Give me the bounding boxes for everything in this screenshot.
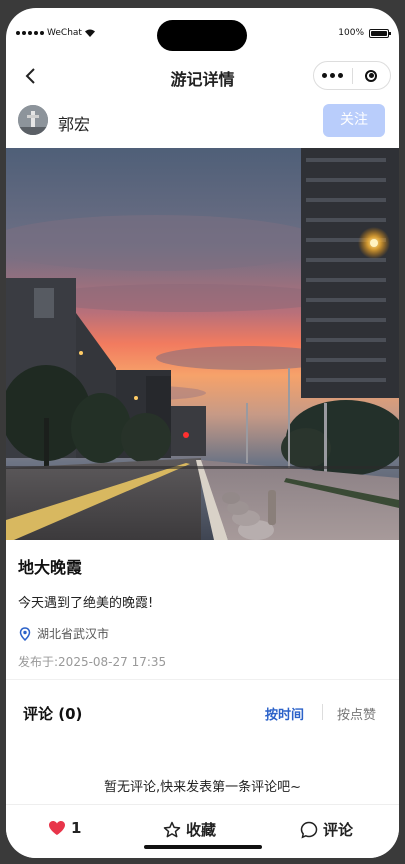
target-icon <box>365 69 378 82</box>
sort-divider <box>322 704 323 720</box>
publish-label: 发布于: <box>18 655 59 669</box>
avatar[interactable] <box>18 105 48 135</box>
location-row: 湖北省武汉市 <box>18 625 109 642</box>
post-body: 今天遇到了绝美的晚霞! <box>18 596 154 611</box>
divider <box>6 679 399 680</box>
heart-icon <box>49 821 65 835</box>
comments-title: 评论 (0) <box>23 703 82 724</box>
status-left: WeChat <box>16 28 95 38</box>
author-name[interactable]: 郭宏 <box>58 111 90 135</box>
sunset-campus-image <box>6 148 399 540</box>
sort-by-time-tab[interactable]: 按时间 <box>265 704 304 723</box>
location-label: 湖北省武汉市 <box>37 627 110 641</box>
phone-screen: WeChat 100% 游记详情 郭宏 关注 地大晚霞 今天遇到了绝美的晚霞! … <box>6 8 399 858</box>
comment-label: 评论 <box>323 821 354 839</box>
dynamic-island <box>157 20 247 51</box>
empty-comments-text: 暂无评论,快来发表第一条评论吧~ <box>103 780 302 795</box>
battery-percent: 100% <box>338 28 364 38</box>
more-icon[interactable] <box>314 73 352 78</box>
home-indicator[interactable] <box>144 845 262 849</box>
comments-title-text: 评论 <box>23 705 54 723</box>
like-count: 1 <box>71 819 82 837</box>
post-title: 地大晚霞 <box>18 558 83 577</box>
location-pin-icon <box>19 626 31 641</box>
carrier-label: WeChat <box>47 28 82 38</box>
author-row: 郭宏 关注 <box>6 100 399 142</box>
like-button[interactable]: 1 <box>48 819 81 837</box>
bottom-action-bar: 1 收藏 评论 <box>6 804 399 858</box>
wifi-icon <box>84 29 95 37</box>
comment-bubble-icon <box>300 821 318 838</box>
status-bar: WeChat 100% <box>6 8 399 54</box>
avatar-image <box>18 105 48 135</box>
nav-bar: 游记详情 <box>6 58 399 96</box>
comments-count: (0) <box>58 705 83 723</box>
mini-program-capsule <box>313 61 391 90</box>
battery-icon <box>369 28 391 38</box>
publish-date: 发布于:2025-08-27 17:35 <box>18 653 166 670</box>
comment-button[interactable]: 评论 <box>300 819 353 840</box>
close-mini-program-button[interactable] <box>353 69 391 82</box>
star-icon <box>163 821 181 837</box>
follow-button[interactable]: 关注 <box>323 104 385 137</box>
publish-time: 2025-08-27 17:35 <box>58 655 167 669</box>
status-right: 100% <box>338 28 391 38</box>
post-photo[interactable] <box>6 148 399 540</box>
signal-icon <box>16 31 44 35</box>
sort-by-likes-tab[interactable]: 按点赞 <box>337 704 376 723</box>
favorite-button[interactable]: 收藏 <box>163 819 216 840</box>
comments-header: 评论 (0) 按时间 按点赞 <box>6 685 399 735</box>
favorite-label: 收藏 <box>186 821 217 839</box>
